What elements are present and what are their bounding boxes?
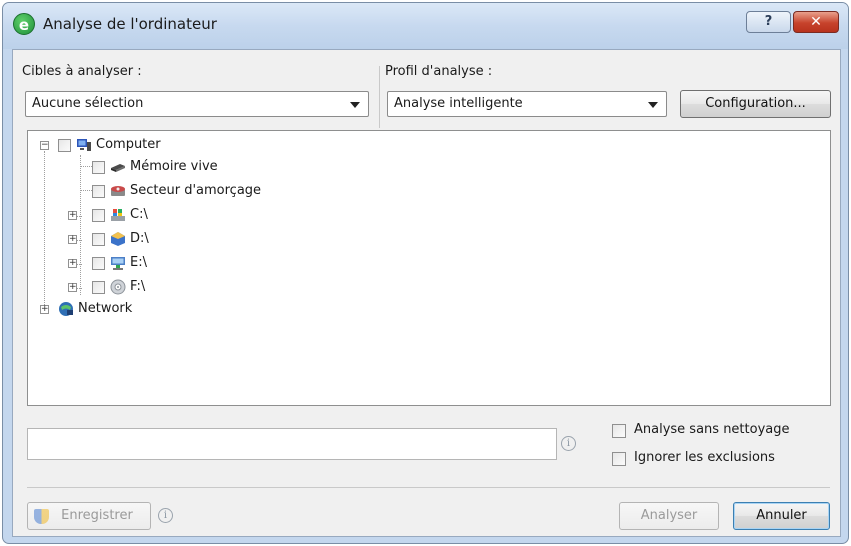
profile-dropdown[interactable]: Analyse intelligente: [387, 91, 667, 117]
checkbox-boot-sector[interactable]: [92, 185, 105, 198]
save-info-icon[interactable]: i: [158, 508, 173, 523]
checkbox-drive-e[interactable]: [92, 257, 105, 270]
ignore-exclusions-checkbox[interactable]: [612, 452, 626, 466]
tree-node-label: D:\: [130, 231, 149, 246]
tree-expand-toggle[interactable]: +: [68, 235, 77, 244]
tree-node-label: C:\: [130, 207, 148, 222]
tree-expand-toggle[interactable]: +: [68, 283, 77, 292]
tree-expand-toggle[interactable]: +: [68, 211, 77, 220]
checkbox-computer[interactable]: [58, 139, 71, 152]
tree-node-boot-sector[interactable]: Secteur d'amorçage: [92, 181, 292, 203]
window-title: Analyse de l'ordinateur: [43, 15, 217, 33]
title-bar[interactable]: e Analyse de l'ordinateur ? ✕: [3, 3, 848, 49]
tree-node-label: Computer: [96, 137, 161, 152]
chevron-down-icon: [350, 102, 360, 108]
tree-node-drive-c[interactable]: + C:\: [64, 205, 174, 227]
tree-connector: [44, 151, 45, 309]
tree-node-drive-e[interactable]: + E:\: [64, 253, 174, 275]
dialog-window: e Analyse de l'ordinateur ? ✕ Cibles à a…: [2, 2, 849, 544]
targets-dropdown-value: Aucune sélection: [32, 96, 144, 111]
drive-f-icon: [110, 279, 126, 295]
tree-collapse-toggle[interactable]: −: [40, 141, 49, 150]
help-button[interactable]: ?: [746, 11, 791, 33]
tree-connector: [80, 190, 92, 191]
tree-node-drive-d[interactable]: + D:\: [64, 229, 174, 251]
dialog-body: Cibles à analyser : Aucune sélection Pro…: [12, 49, 841, 537]
no-clean-label[interactable]: Analyse sans nettoyage: [634, 422, 790, 437]
tree-node-label: Mémoire vive: [130, 159, 218, 174]
app-logo-icon: e: [13, 13, 35, 35]
checkbox-drive-f[interactable]: [92, 281, 105, 294]
profile-label: Profil d'analyse :: [385, 64, 493, 79]
cancel-button[interactable]: Annuler: [733, 502, 830, 530]
tree-node-label: F:\: [130, 279, 146, 294]
memory-icon: [111, 164, 125, 172]
checkbox-drive-d[interactable]: [92, 233, 105, 246]
drive-e-icon: [111, 257, 125, 270]
tree-expand-toggle[interactable]: +: [68, 259, 77, 268]
save-button[interactable]: Enregistrer: [27, 502, 151, 530]
targets-label: Cibles à analyser :: [22, 64, 142, 79]
save-button-label: Enregistrer: [61, 508, 133, 523]
tree-node-drive-f[interactable]: + F:\: [64, 277, 174, 299]
checkbox-drive-c[interactable]: [92, 209, 105, 222]
drive-c-icon: [111, 209, 125, 221]
close-button[interactable]: ✕: [793, 11, 839, 33]
drive-d-icon: [111, 232, 125, 246]
tree-connector: [80, 166, 92, 167]
tree-node-label: Network: [78, 301, 133, 316]
chevron-down-icon: [648, 102, 658, 108]
tree-node-label: Secteur d'amorçage: [130, 183, 262, 198]
tree-node-memory[interactable]: Mémoire vive: [92, 157, 262, 179]
info-icon[interactable]: i: [561, 436, 576, 451]
horizontal-divider: [27, 487, 830, 488]
tree-node-computer[interactable]: − Computer: [38, 135, 218, 157]
computer-icon: [77, 139, 91, 151]
ignore-exclusions-label[interactable]: Ignorer les exclusions: [634, 450, 775, 465]
shield-icon: [34, 509, 49, 524]
targets-dropdown[interactable]: Aucune sélection: [25, 91, 369, 117]
scan-targets-tree[interactable]: − Computer Mémoire vive Secteur d'amorça…: [27, 130, 831, 406]
tree-expand-toggle[interactable]: +: [40, 305, 49, 314]
profile-dropdown-value: Analyse intelligente: [394, 96, 523, 111]
custom-path-input[interactable]: [27, 428, 557, 460]
tree-node-label: E:\: [130, 255, 147, 270]
tree-node-network[interactable]: + Network: [38, 299, 178, 321]
network-icon: [59, 302, 73, 316]
vertical-divider: [379, 66, 380, 128]
scan-button[interactable]: Analyser: [619, 502, 719, 530]
checkbox-memory[interactable]: [92, 161, 105, 174]
no-clean-checkbox[interactable]: [612, 424, 626, 438]
boot-sector-icon: [111, 186, 125, 196]
configuration-button[interactable]: Configuration...: [680, 90, 831, 118]
